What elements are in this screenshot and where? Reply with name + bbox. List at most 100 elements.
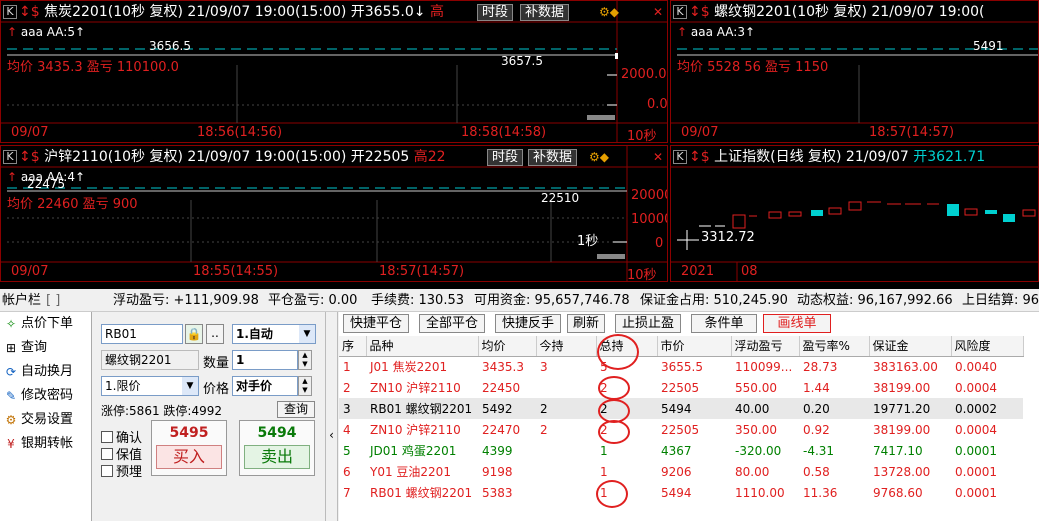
pane-title: K ↕$ 上证指数(日线 复权) 21/09/07 开3621.71 xyxy=(673,148,985,166)
nav-item-bank-transfer[interactable]: ¥ 银期转帐 xyxy=(0,432,91,456)
pane-title-text: 焦炭2201(10秒 复权) 21/09/07 19:00(15:00) 开36… xyxy=(44,4,426,20)
refresh-button[interactable]: 刷新 xyxy=(567,314,605,333)
column-header[interactable]: 序 xyxy=(339,336,367,357)
quick-reverse-button[interactable]: 快捷反手 xyxy=(495,314,561,333)
table-cell: 0.0004 xyxy=(955,380,997,395)
price-stepper[interactable]: ▲ ▼ xyxy=(298,376,312,396)
table-cell: 1 xyxy=(600,464,608,479)
close-icon[interactable]: ✕ xyxy=(653,150,663,164)
dollar-icon: $ xyxy=(30,4,40,20)
time-label: 10秒 xyxy=(627,268,657,282)
table-cell: 3655.5 xyxy=(661,359,703,374)
price-input[interactable]: 对手价 xyxy=(232,376,298,396)
sell-button[interactable]: 5494 卖出 xyxy=(239,420,315,476)
limit-up: 涨停:5861 xyxy=(101,404,160,418)
time-label: 2021 xyxy=(681,264,715,279)
nav-item-password[interactable]: ✎ 修改密码 xyxy=(0,384,91,408)
k-icon[interactable]: K xyxy=(3,150,17,164)
column-header[interactable]: 风险度 xyxy=(951,336,1024,357)
column-header[interactable]: 盈亏率% xyxy=(799,336,870,357)
mode-select[interactable]: 1.自动 ▼ xyxy=(232,324,316,344)
table-cell: 3435.3 xyxy=(482,359,524,374)
table-cell: 9206 xyxy=(661,464,692,479)
table-row[interactable]: 6 Y01 豆油2201 9198 1 9206 80.00 0.58 13728.00 0.0… xyxy=(339,461,1023,482)
arrow-icon: ↕ xyxy=(689,149,701,165)
query-button[interactable]: 查询 xyxy=(277,401,315,418)
settings-icon[interactable]: ⚙◆ xyxy=(589,150,609,164)
chart-pane-index[interactable]: K ↕$ 上证指数(日线 复权) 21/09/07 开3621.71 3312.7… xyxy=(670,145,1039,282)
stop-loss-button[interactable]: 止损止盈 xyxy=(615,314,681,333)
chart-pane-coke[interactable]: K ↕$ 焦炭2201(10秒 复权) 21/09/07 19:00(15:00)… xyxy=(0,0,668,143)
avg-pl-text: 均价 22460 盈亏 900 xyxy=(7,197,138,212)
arrow-icon: ↕ xyxy=(19,4,31,20)
price-label-top: 22475 xyxy=(27,177,66,191)
close-all-button[interactable]: 全部平仓 xyxy=(419,314,485,333)
high-label: 高 xyxy=(429,4,444,20)
avg-pl-text: 均价 3435.3 盈亏 110100.0 xyxy=(7,60,179,75)
price-type-select[interactable]: 1.限价 ▼ xyxy=(101,376,199,396)
fill-data-button[interactable]: 补数据 xyxy=(520,4,570,21)
column-header[interactable]: 浮动盈亏 xyxy=(731,336,800,357)
dollar-icon: $ xyxy=(700,149,710,165)
column-header[interactable]: 品种 xyxy=(366,336,479,357)
k-icon[interactable]: K xyxy=(673,150,687,164)
table-row[interactable]: 4 ZN10 沪锌2110 22470 2 2 22505 350.00 0.92 38199.… xyxy=(339,419,1023,440)
refresh-icon: ⟳ xyxy=(5,365,17,379)
quick-close-button[interactable]: 快捷平仓 xyxy=(343,314,409,333)
prev-settlement: 上日结算: 96, xyxy=(962,293,1039,308)
price-label-mid: 22510 xyxy=(541,191,580,205)
nav-item-auto-roll[interactable]: ⟳ 自动换月 xyxy=(0,360,91,384)
table-row[interactable]: 7 RB01 螺纹钢2201 5383 1 5494 1110.00 11.36 9768.6… xyxy=(339,482,1023,503)
gear-icon: ⚙ xyxy=(5,413,17,427)
period-button[interactable]: 时段 xyxy=(487,149,524,166)
table-row[interactable]: 1 J01 焦炭2201 3435.3 3 5 3655.5 110099... 28.73 3… xyxy=(339,356,1023,377)
column-header[interactable]: 保证金 xyxy=(869,336,952,357)
table-cell: 2 xyxy=(540,401,548,416)
contract-code-input[interactable]: RB01 xyxy=(101,324,183,344)
order-icon: ✧ xyxy=(5,317,17,331)
table-cell: 1110.00 xyxy=(735,485,785,500)
settings-icon[interactable]: ⚙◆ xyxy=(599,5,619,19)
period-button[interactable]: 时段 xyxy=(477,4,514,21)
quantity-input[interactable]: 1 xyxy=(232,350,298,370)
nav-label: 查询 xyxy=(21,340,48,355)
table-row[interactable]: 3 RB01 螺纹钢2201 5492 2 2 5494 40.00 0.20 19771.20… xyxy=(339,398,1023,419)
chevron-down-icon: ▼ xyxy=(182,377,198,395)
table-cell: 0.20 xyxy=(803,401,830,416)
lock-icon[interactable]: 🔒 xyxy=(185,324,203,344)
column-header[interactable]: 市价 xyxy=(657,336,732,357)
column-header[interactable]: 均价 xyxy=(478,336,537,357)
candlestick-chart xyxy=(671,166,1038,281)
chart-area: K ↕$ 焦炭2201(10秒 复权) 21/09/07 19:00(15:00)… xyxy=(0,0,1039,289)
table-cell: 7 xyxy=(343,485,351,500)
more-button[interactable]: .. xyxy=(206,324,224,344)
table-cell: -320.00 xyxy=(735,443,782,458)
quantity-stepper[interactable]: ▲ ▼ xyxy=(298,350,312,370)
table-cell: 550.00 xyxy=(735,380,777,395)
fill-data-button[interactable]: 补数据 xyxy=(528,149,578,166)
table-cell: 0.58 xyxy=(803,464,830,479)
k-icon[interactable]: K xyxy=(673,5,687,19)
chart-pane-zinc[interactable]: K ↕$ 沪锌2110(10秒 复权) 21/09/07 19:00(15:00)… xyxy=(0,145,668,282)
table-cell: 1.44 xyxy=(803,380,830,395)
fee: 手续费: 130.53 xyxy=(371,293,464,308)
k-icon[interactable]: K xyxy=(3,5,17,19)
table-row[interactable]: 5 JD01 鸡蛋2201 4399 1 4367 -320.00 -4.31 7417.10… xyxy=(339,440,1023,461)
axis-value: 10000 xyxy=(631,212,667,227)
line-order-button[interactable]: 画线单 xyxy=(763,314,831,333)
preorder-checkbox[interactable]: 预埋 xyxy=(101,461,142,480)
buy-button[interactable]: 5495 买入 xyxy=(151,420,227,476)
column-header[interactable]: 今持 xyxy=(536,336,597,357)
nav-item-query[interactable]: ⊞ 查询 xyxy=(0,336,91,360)
collapse-chevron-icon[interactable]: ‹ xyxy=(325,312,338,521)
nav-item-settings[interactable]: ⚙ 交易设置 xyxy=(0,408,91,432)
table-row[interactable]: 2 ZN10 沪锌2110 22450 2 22505 550.00 1.44 38199.0… xyxy=(339,377,1023,398)
table-cell: ZN10 沪锌2110 xyxy=(370,381,461,395)
positions-panel: 快捷平仓 全部平仓 快捷反手 刷新 止损止盈 条件单 画线单 序 品种 均价 今… xyxy=(339,312,1039,521)
conditional-order-button[interactable]: 条件单 xyxy=(691,314,757,333)
nav-item-price-order[interactable]: ✧ 点价下单 xyxy=(0,312,91,336)
account-select[interactable]: [ ] xyxy=(46,290,60,312)
close-icon[interactable]: ✕ xyxy=(653,5,663,19)
table-cell: RB01 螺纹钢2201 xyxy=(370,402,473,416)
chart-pane-rebar[interactable]: K ↕$ 螺纹钢2201(10秒 复权) 21/09/07 19:00( ↑ aa… xyxy=(670,0,1039,143)
